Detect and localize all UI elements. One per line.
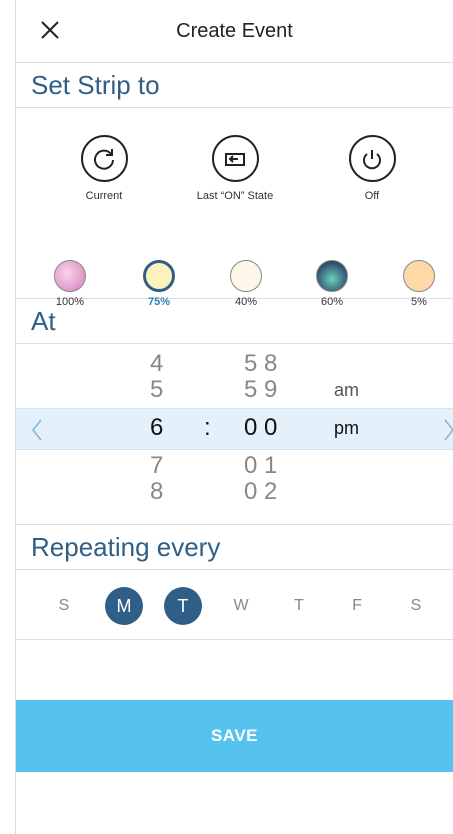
minute-value: 0 1 — [244, 452, 278, 479]
return-icon — [225, 152, 245, 166]
am-label[interactable]: am — [334, 380, 359, 401]
off-label: Off — [364, 190, 380, 202]
refresh-icon — [94, 148, 114, 170]
minute-value: 0 2 — [244, 478, 278, 505]
page-title: Create Event — [176, 19, 293, 42]
save-button[interactable]: SAVE — [16, 700, 453, 772]
hour-value: 7 — [150, 452, 164, 479]
strip-options: Current Last “ON” State Off 100% 75% 40%… — [16, 108, 453, 308]
minute-value: 5 8 — [244, 350, 278, 377]
selected-minute: 0 0 — [244, 414, 278, 441]
selected-hour: 6 — [150, 414, 164, 441]
day-sunday[interactable]: S — [45, 587, 83, 625]
day-friday[interactable]: F — [338, 587, 376, 625]
swatch-5[interactable]: 5% — [389, 260, 449, 308]
at-heading: At — [31, 305, 56, 336]
time-picker[interactable]: 4 5 8 5 5 9 am 6 : 0 0 pm 7 0 1 8 0 2 — [16, 344, 453, 524]
current-button[interactable]: Current — [44, 135, 164, 202]
picker-selected-row: 6 : 0 0 pm — [16, 414, 453, 448]
swatch-pct: 5% — [411, 296, 427, 308]
day-wednesday[interactable]: W — [222, 587, 260, 625]
swatch-60[interactable]: 60% — [302, 260, 362, 308]
swatch-dot — [143, 260, 175, 292]
create-event-screen: Create Event Set Strip to Current Last “… — [15, 0, 453, 834]
day-saturday[interactable]: S — [397, 587, 435, 625]
set-strip-heading: Set Strip to — [31, 69, 160, 100]
day-tuesday[interactable]: T — [164, 587, 202, 625]
day-monday[interactable]: M — [105, 587, 143, 625]
swatch-pct: 60% — [320, 296, 344, 308]
hour-value: 5 — [150, 376, 164, 403]
repeat-heading: Repeating every — [31, 531, 221, 562]
off-button[interactable]: Off — [312, 135, 432, 202]
off-circle — [348, 135, 396, 182]
swatch-dot — [54, 260, 86, 292]
swatch-pct: 100% — [55, 296, 85, 308]
last-on-circle — [211, 135, 259, 182]
swatch-dot — [316, 260, 348, 292]
nav-bar: Create Event — [16, 0, 453, 62]
last-on-label: Last “ON” State — [196, 190, 274, 202]
time-separator: : — [204, 414, 211, 441]
swatch-dot — [230, 260, 262, 292]
swatch-40[interactable]: 40% — [216, 260, 276, 308]
last-on-state-button[interactable]: Last “ON” State — [175, 135, 295, 202]
pm-label[interactable]: pm — [334, 418, 359, 439]
swatch-dot — [403, 260, 435, 292]
repeat-days: S M T W T F S — [16, 570, 453, 640]
power-icon — [363, 149, 381, 169]
swatch-pct: 75% — [147, 296, 171, 308]
set-strip-header: Set Strip to — [16, 62, 453, 108]
minute-value: 5 9 — [244, 376, 278, 403]
swatch-pct: 40% — [234, 296, 258, 308]
current-circle — [80, 135, 128, 182]
swatch-75[interactable]: 75% — [129, 260, 189, 308]
repeat-header: Repeating every — [16, 524, 453, 570]
close-icon — [41, 21, 59, 39]
hour-value: 4 — [150, 350, 164, 377]
close-button[interactable] — [38, 18, 62, 42]
swatch-100[interactable]: 100% — [40, 260, 100, 308]
picker-row: 5 5 9 am — [16, 376, 453, 410]
day-thursday[interactable]: T — [280, 587, 318, 625]
current-label: Current — [85, 190, 123, 202]
hour-value: 8 — [150, 478, 164, 505]
picker-row: 8 0 2 — [16, 478, 453, 512]
